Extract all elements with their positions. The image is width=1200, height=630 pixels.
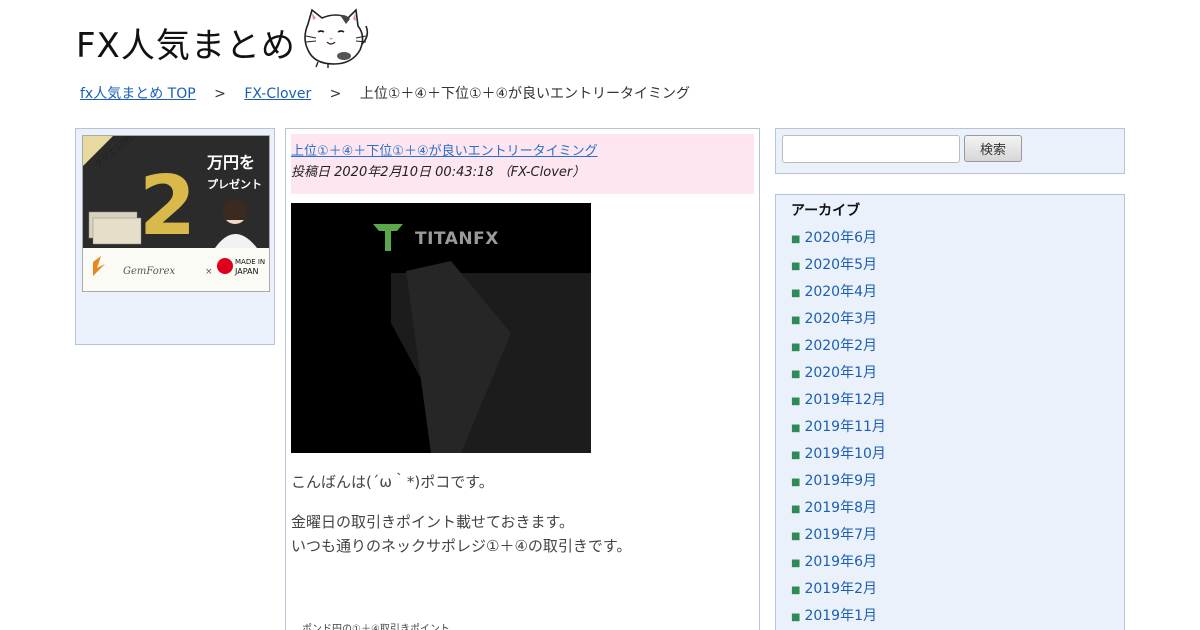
archive-item: ■ 2019年2月 [791, 576, 886, 603]
post-header: 上位①＋④＋下位①＋④が良いエントリータイミング 投稿日 2020年2月10日 … [291, 134, 754, 194]
archive-item: ■ 2019年1月 [791, 603, 886, 630]
bullet-icon: ■ [791, 558, 801, 569]
post-paragraph-group: 金曜日の取引きポイント載せておきます。 いつも通りのネックサポレジ①＋④の取引き… [291, 510, 751, 558]
archive-item: ■ 2020年4月 [791, 279, 886, 306]
cat-logo-icon [304, 8, 369, 68]
ad-made-in: MADE IN [235, 258, 265, 266]
titanfx-logo-text: TITANFX [415, 229, 499, 249]
site-header: FX人気まとめ [76, 6, 376, 68]
archive-link[interactable]: 2020年3月 [804, 311, 877, 327]
post-date: 投稿日 2020年2月10日 00:43:18 （FX-Clover） [291, 165, 586, 180]
archive-link[interactable]: 2019年10月 [804, 446, 885, 462]
ad-unit: 万円を [206, 153, 255, 172]
bullet-icon: ■ [791, 423, 801, 434]
bullet-icon: ■ [791, 369, 801, 380]
archive-link[interactable]: 2020年5月 [804, 257, 877, 273]
archive-link[interactable]: 2019年7月 [804, 527, 877, 543]
bullet-icon: ■ [791, 450, 801, 461]
bullet-icon: ■ [791, 234, 801, 245]
archive-link[interactable]: 2019年11月 [804, 419, 885, 435]
breadcrumb: fx人気まとめ TOP > FX-Clover > 上位①＋④＋下位①＋④が良い… [80, 83, 690, 103]
archive-list: ■ 2020年6月 ■ 2020年5月 ■ 2020年4月 ■ 2020年3月 ■ 202… [791, 225, 886, 630]
bullet-icon: ■ [791, 396, 801, 407]
archive-link[interactable]: 2019年6月 [804, 554, 877, 570]
ad-action: プレゼント [207, 177, 262, 191]
bullet-icon: ■ [791, 504, 801, 515]
titanfx-banner-graphic: TITANFX [291, 203, 591, 453]
left-sidebar: タダで10秒以内に 2 万円を プレゼント GemForex × MADE IN… [75, 128, 275, 345]
archive-link[interactable]: 2019年1月 [804, 608, 877, 624]
archive-item: ■ 2019年9月 [791, 468, 886, 495]
ad-banner-graphic: タダで10秒以内に 2 万円を プレゼント GemForex × MADE IN… [83, 136, 269, 291]
post-paragraph: こんばんは(´ω｀*)ポコです。 [291, 473, 494, 491]
site-title[interactable]: FX人気まとめ [76, 18, 296, 67]
breadcrumb-home-link[interactable]: fx人気まとめ TOP [80, 86, 196, 102]
search-button[interactable]: 検索 [964, 135, 1022, 162]
archive-title: アーカイブ [791, 203, 861, 219]
archive-link[interactable]: 2019年2月 [804, 581, 877, 597]
search-panel: 検索 [775, 128, 1125, 174]
bullet-icon: ■ [791, 288, 801, 299]
ad-japan: JAPAN [234, 267, 258, 276]
bullet-icon: ■ [791, 612, 801, 623]
breadcrumb-category-link[interactable]: FX-Clover [244, 86, 311, 102]
archive-panel: アーカイブ ■ 2020年6月 ■ 2020年5月 ■ 2020年4月 ■ 2020年3… [775, 194, 1125, 630]
archive-item: ■ 2019年11月 [791, 414, 886, 441]
search-input[interactable] [782, 135, 960, 163]
main-content: 上位①＋④＋下位①＋④が良いエントリータイミング 投稿日 2020年2月10日 … [285, 128, 760, 630]
post-paragraph: 金曜日の取引きポイント載せておきます。 [291, 513, 575, 531]
archive-item: ■ 2020年2月 [791, 333, 886, 360]
archive-item: ■ 2019年7月 [791, 522, 886, 549]
archive-link[interactable]: 2020年1月 [804, 365, 877, 381]
breadcrumb-separator: > [329, 86, 342, 102]
archive-link[interactable]: 2019年9月 [804, 473, 877, 489]
post-title-link[interactable]: 上位①＋④＋下位①＋④が良いエントリータイミング [291, 142, 754, 162]
archive-link[interactable]: 2019年12月 [804, 392, 885, 408]
ad-cross: × [205, 267, 213, 277]
bullet-icon: ■ [791, 261, 801, 272]
post-image-caption: ポンド円の①＋④取引きポイント [302, 624, 450, 630]
archive-item: ■ 2020年1月 [791, 360, 886, 387]
archive-item: ■ 2019年12月 [791, 387, 886, 414]
archive-item: ■ 2020年3月 [791, 306, 886, 333]
post-image[interactable]: TITANFX [291, 203, 591, 453]
bullet-icon: ■ [791, 477, 801, 488]
archive-item: ■ 2019年8月 [791, 495, 886, 522]
bullet-icon: ■ [791, 531, 801, 542]
archive-item: ■ 2019年10月 [791, 441, 886, 468]
bullet-icon: ■ [791, 315, 801, 326]
post-paragraph: いつも通りのネックサポレジ①＋④の取引きです。 [291, 537, 632, 555]
archive-item: ■ 2020年5月 [791, 252, 886, 279]
archive-link[interactable]: 2020年2月 [804, 338, 877, 354]
bullet-icon: ■ [791, 585, 801, 596]
post-body: こんばんは(´ω｀*)ポコです。 金曜日の取引きポイント載せておきます。 いつも… [291, 470, 751, 574]
archive-link[interactable]: 2020年4月 [804, 284, 877, 300]
bullet-icon: ■ [791, 342, 801, 353]
ad-amount: 2 [139, 159, 196, 254]
ad-brand: GemForex [123, 266, 175, 277]
breadcrumb-current: 上位①＋④＋下位①＋④が良いエントリータイミング [359, 86, 691, 102]
archive-link[interactable]: 2020年6月 [804, 230, 877, 246]
archive-item: ■ 2019年6月 [791, 549, 886, 576]
gemforex-ad-banner[interactable]: タダで10秒以内に 2 万円を プレゼント GemForex × MADE IN… [82, 135, 270, 292]
archive-item: ■ 2020年6月 [791, 225, 886, 252]
archive-link[interactable]: 2019年8月 [804, 500, 877, 516]
breadcrumb-separator: > [214, 86, 226, 102]
